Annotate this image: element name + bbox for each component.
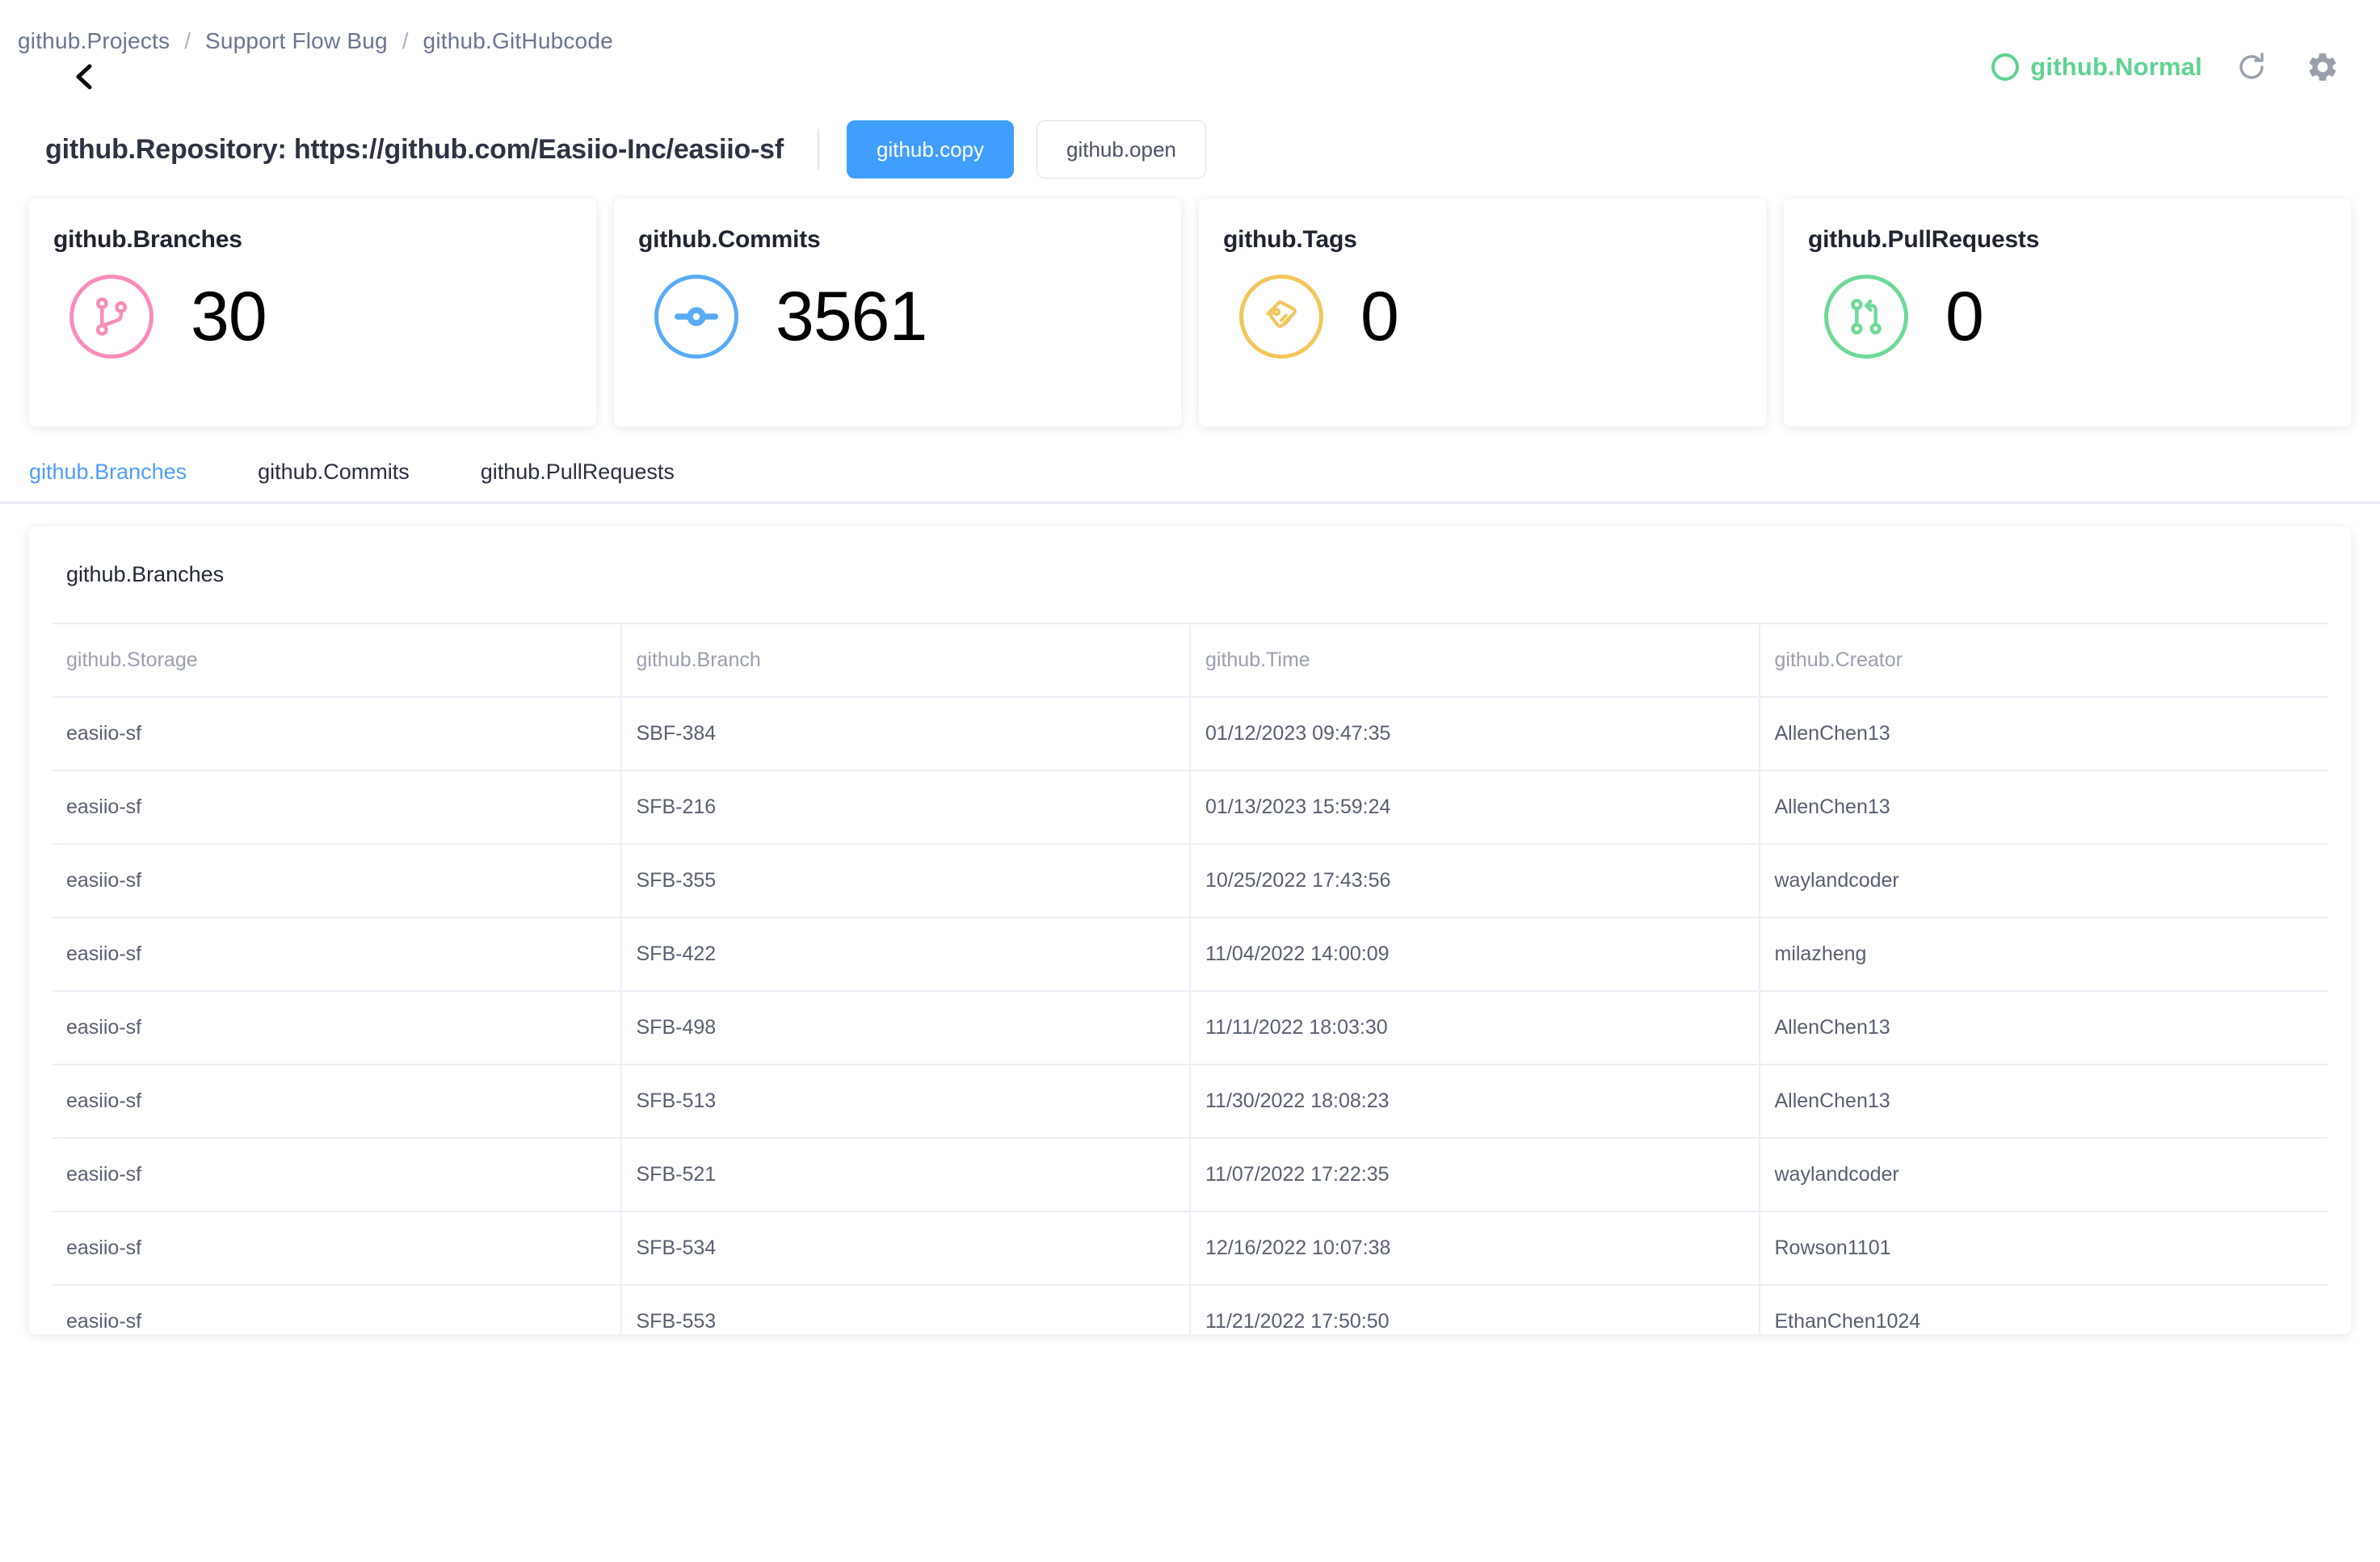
cell-storage: easiio-sf	[52, 697, 622, 771]
cell-creator: AllenChen13	[1759, 697, 2328, 771]
stat-card-pullrequests: github.PullRequests 0	[1784, 199, 2351, 426]
stat-card-title: github.PullRequests	[1808, 226, 2040, 253]
cell-storage: easiio-sf	[52, 917, 622, 992]
column-header-storage[interactable]: github.Storage	[52, 623, 622, 698]
cell-storage: easiio-sf	[52, 771, 622, 845]
cell-creator: EthanChen1024	[1759, 1285, 2328, 1334]
table-row[interactable]: easiio-sf SFB-553 11/21/2022 17:50:50 Et…	[52, 1285, 2328, 1334]
copy-button[interactable]: github.copy	[847, 120, 1014, 178]
table-row[interactable]: easiio-sf SFB-498 11/11/2022 18:03:30 Al…	[52, 991, 2328, 1065]
cell-branch: SFB-521	[620, 1138, 1191, 1212]
repository-row: github.Repository: https://github.com/Ea…	[0, 103, 2380, 181]
table-head: github.Storage github.Branch github.Time…	[52, 623, 2328, 698]
cell-storage: easiio-sf	[52, 844, 622, 918]
cell-creator: waylandcoder	[1759, 844, 2328, 918]
table-row[interactable]: easiio-sf SFB-422 11/04/2022 14:00:09 mi…	[52, 917, 2328, 992]
stat-card-title: github.Commits	[638, 226, 821, 253]
stat-card-tags: github.Tags 0	[1199, 199, 1766, 426]
column-header-branch[interactable]: github.Branch	[620, 623, 1191, 698]
tag-icon	[1239, 275, 1323, 359]
cell-branch: SFB-534	[620, 1211, 1191, 1286]
stat-card-title: github.Branches	[53, 226, 242, 253]
table-row[interactable]: easiio-sf SFB-355 10/25/2022 17:43:56 wa…	[52, 844, 2328, 918]
status-circle-icon	[1991, 53, 2020, 81]
cell-time: 01/12/2023 09:47:35	[1190, 697, 1760, 771]
cell-time: 11/04/2022 14:00:09	[1190, 917, 1760, 992]
cell-storage: easiio-sf	[52, 1285, 622, 1334]
table-row[interactable]: easiio-sf SFB-534 12/16/2022 10:07:38 Ro…	[52, 1211, 2328, 1286]
table-header-row: github.Storage github.Branch github.Time…	[52, 623, 2328, 698]
stat-card-value: 0	[1945, 278, 1984, 355]
cell-branch: SFB-422	[620, 917, 1191, 992]
stat-card-body: 3561	[638, 275, 1157, 359]
cell-branch: SBF-384	[620, 697, 1191, 771]
tab-branches[interactable]: github.Branches	[29, 460, 187, 506]
refresh-button[interactable]	[2230, 45, 2273, 89]
cell-time: 11/30/2022 18:08:23	[1190, 1064, 1760, 1139]
cell-time: 01/13/2023 15:59:24	[1190, 771, 1760, 845]
stat-card-commits: github.Commits 3561	[614, 199, 1181, 426]
stat-card-title: github.Tags	[1223, 226, 1357, 253]
settings-button[interactable]	[2301, 45, 2344, 89]
cell-creator: AllenChen13	[1759, 991, 2328, 1065]
cell-branch: SFB-513	[620, 1064, 1191, 1139]
status-cluster: github.Normal	[1991, 45, 2344, 89]
table-row[interactable]: easiio-sf SBF-384 01/12/2023 09:47:35 Al…	[52, 697, 2328, 771]
chevron-left-icon	[74, 63, 96, 90]
tab-bar: github.Branches github.Commits github.Pu…	[0, 426, 2380, 504]
cell-time: 12/16/2022 10:07:38	[1190, 1211, 1760, 1286]
column-header-time[interactable]: github.Time	[1190, 623, 1760, 698]
column-header-creator[interactable]: github.Creator	[1759, 623, 2328, 698]
repository-title: github.Repository: https://github.com/Ea…	[45, 133, 784, 165]
stat-card-body: 0	[1808, 275, 2327, 359]
git-branch-icon	[69, 275, 153, 359]
table-row[interactable]: easiio-sf SFB-216 01/13/2023 15:59:24 Al…	[52, 771, 2328, 845]
status-badge: github.Normal	[2030, 52, 2202, 81]
back-button[interactable]	[71, 63, 99, 90]
git-commit-icon	[654, 275, 738, 359]
refresh-icon	[2235, 51, 2268, 83]
cell-time: 11/11/2022 18:03:30	[1190, 991, 1760, 1065]
branches-panel: github.Branches github.Storage github.Br…	[29, 527, 2351, 1334]
stat-card-body: 0	[1223, 275, 1742, 359]
cell-branch: SFB-355	[620, 844, 1191, 918]
cell-time: 10/25/2022 17:43:56	[1190, 844, 1760, 918]
breadcrumb: github.Projects / Support Flow Bug / git…	[0, 0, 2380, 53]
top-bar: github.Normal	[0, 50, 2380, 103]
vertical-divider	[818, 129, 819, 170]
cell-creator: AllenChen13	[1759, 1064, 2328, 1139]
stat-card-value: 3561	[776, 278, 927, 355]
stat-card-body: 30	[53, 275, 572, 359]
panel-title: github.Branches	[66, 562, 225, 586]
branches-table: github.Storage github.Branch github.Time…	[52, 623, 2328, 1334]
tab-commits[interactable]: github.Commits	[258, 460, 410, 506]
table-row[interactable]: easiio-sf SFB-513 11/30/2022 18:08:23 Al…	[52, 1064, 2328, 1139]
cell-creator: waylandcoder	[1759, 1138, 2328, 1212]
cell-storage: easiio-sf	[52, 1211, 622, 1286]
cell-storage: easiio-sf	[52, 991, 622, 1065]
tab-pullrequests[interactable]: github.PullRequests	[481, 460, 675, 506]
stat-card-value: 30	[191, 278, 267, 355]
cell-branch: SFB-498	[620, 991, 1191, 1065]
table-row[interactable]: easiio-sf SFB-521 11/07/2022 17:22:35 wa…	[52, 1138, 2328, 1212]
cell-branch: SFB-216	[620, 771, 1191, 845]
table-body: easiio-sf SBF-384 01/12/2023 09:47:35 Al…	[52, 697, 2328, 1334]
open-button[interactable]: github.open	[1036, 120, 1206, 178]
cell-time: 11/21/2022 17:50:50	[1190, 1285, 1760, 1334]
git-pull-request-icon	[1824, 275, 1908, 359]
stat-cards: github.Branches 30 github.Commits 3561 g…	[0, 181, 2380, 426]
stat-card-value: 0	[1360, 278, 1399, 355]
cell-storage: easiio-sf	[52, 1064, 622, 1139]
gear-icon	[2306, 50, 2340, 84]
cell-creator: milazheng	[1759, 917, 2328, 992]
cell-creator: Rowson1101	[1759, 1211, 2328, 1286]
cell-storage: easiio-sf	[52, 1138, 622, 1212]
cell-creator: AllenChen13	[1759, 771, 2328, 845]
cell-branch: SFB-553	[620, 1285, 1191, 1334]
stat-card-branches: github.Branches 30	[29, 199, 596, 426]
cell-time: 11/07/2022 17:22:35	[1190, 1138, 1760, 1212]
